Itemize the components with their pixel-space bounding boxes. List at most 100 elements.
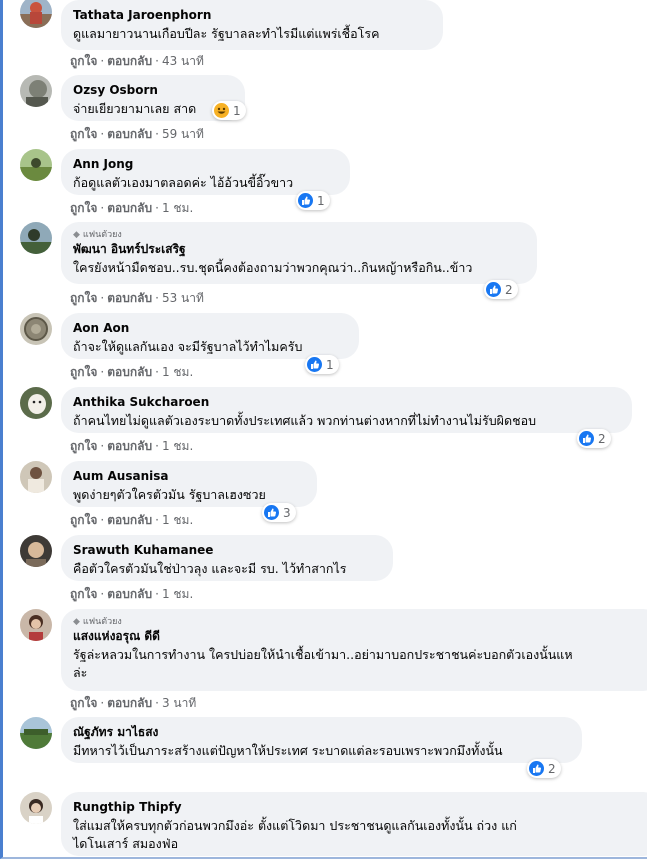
reaction-count: 2	[598, 431, 606, 446]
avatar[interactable]	[20, 75, 52, 107]
comment-author[interactable]: Ozsy Osborn	[73, 82, 233, 98]
separator-dot: ·	[155, 513, 159, 527]
like-icon	[486, 282, 501, 297]
separator-dot: ·	[155, 201, 159, 215]
avatar[interactable]	[20, 387, 52, 419]
comment-bubble: Aon Aon ถ้าจะให้ดูแลกันเอง จะมีรัฐบาลไว้…	[61, 313, 359, 359]
comment-author[interactable]: พัฒนา อินทร์ประเสริฐ	[73, 241, 525, 257]
diamond-icon: ◆	[73, 617, 80, 627]
like-button[interactable]: ถูกใจ	[70, 54, 97, 68]
comment-timestamp[interactable]: 1 ชม.	[162, 201, 193, 215]
comment-text: พูดง่ายๆตัวใครตัวมัน รัฐบาลเฮงซวย	[73, 487, 266, 502]
separator-dot: ·	[100, 365, 105, 379]
like-icon	[264, 505, 279, 520]
comment-actions: ถูกใจ · ตอบกลับ · 3 นาที	[70, 695, 196, 711]
comment-text: รัฐล่ะหลวมในการทำงาน ใครปบ่อยให้นำเชื้อเ…	[73, 646, 647, 682]
like-icon	[579, 431, 594, 446]
comment-text-line: รัฐล่ะหลวมในการทำงาน ใครปบ่อยให้นำเชื้อเ…	[73, 647, 573, 662]
reply-button[interactable]: ตอบกลับ	[107, 201, 152, 215]
reaction-badge[interactable]: 1	[212, 101, 246, 120]
comment-text: จ่ายเยียวยามาเลย สาด	[73, 101, 197, 116]
separator-dot: ·	[100, 291, 105, 305]
like-button[interactable]: ถูกใจ	[70, 127, 97, 141]
reply-button[interactable]: ตอบกลับ	[107, 696, 152, 710]
comment-timestamp[interactable]: 1 ชม.	[162, 439, 193, 453]
avatar[interactable]	[20, 222, 52, 254]
avatar[interactable]	[20, 149, 52, 181]
avatar[interactable]	[20, 717, 52, 749]
top-fan-label: แฟนตัวยง	[82, 230, 122, 240]
reaction-badge[interactable]: 2	[527, 759, 561, 778]
like-button[interactable]: ถูกใจ	[70, 587, 97, 601]
reply-button[interactable]: ตอบกลับ	[107, 587, 152, 601]
comment-timestamp[interactable]: 1 ชม.	[162, 513, 193, 527]
reaction-count: 1	[317, 193, 325, 208]
separator-dot: ·	[100, 587, 105, 601]
separator-dot: ·	[155, 54, 159, 68]
like-button[interactable]: ถูกใจ	[70, 513, 97, 527]
comment-timestamp[interactable]: 43 นาที	[162, 54, 204, 68]
comment-actions: ถูกใจ · ตอบกลับ · 43 นาที	[70, 53, 204, 69]
avatar[interactable]	[20, 461, 52, 493]
comment-timestamp[interactable]: 1 ชม.	[162, 587, 193, 601]
comment-timestamp[interactable]: 1 ชม.	[162, 365, 193, 379]
comment-author[interactable]: ณัฐภัทร มาไธสง	[73, 724, 570, 740]
comment-text: คือตัวใครตัวมันใช่ป่าวลุง และจะมี รบ. ไว…	[73, 561, 347, 576]
comment-text: ถ้าจะให้ดูแลกันเอง จะมีรัฐบาลไว้ทำไมครับ	[73, 339, 303, 354]
haha-icon	[214, 103, 229, 118]
avatar[interactable]	[20, 313, 52, 345]
comment-author[interactable]: Anthika Sukcharoen	[73, 394, 620, 410]
comment-author[interactable]: แสงแห่งอรุณ ดีดี	[73, 628, 647, 644]
reply-button[interactable]: ตอบกลับ	[107, 365, 152, 379]
reaction-count: 1	[326, 357, 334, 372]
like-icon	[298, 193, 313, 208]
reply-button[interactable]: ตอบกลับ	[107, 439, 152, 453]
reply-button[interactable]: ตอบกลับ	[107, 513, 152, 527]
like-button[interactable]: ถูกใจ	[70, 696, 97, 710]
comment-text-line: ล่ะ	[73, 665, 88, 680]
like-icon	[529, 761, 544, 776]
like-icon	[307, 357, 322, 372]
comment-timestamp[interactable]: 59 นาที	[162, 127, 204, 141]
comment-text-line: ไดโนเสาร์ สมองฟ่อ	[73, 836, 179, 851]
like-button[interactable]: ถูกใจ	[70, 439, 97, 453]
top-fan-badge: ◆ แฟนตัวยง	[73, 616, 647, 628]
like-button[interactable]: ถูกใจ	[70, 365, 97, 379]
like-button[interactable]: ถูกใจ	[70, 291, 97, 305]
reply-button[interactable]: ตอบกลับ	[107, 127, 152, 141]
comment-bubble: Aum Ausanisa พูดง่ายๆตัวใครตัวมัน รัฐบาล…	[61, 461, 317, 507]
separator-dot: ·	[100, 127, 105, 141]
comment-text-line: ใส่แมสให้ครบทุกตัวก่อนพวกมึงอ่ะ ตั้งแต่โ…	[73, 818, 517, 833]
reaction-badge[interactable]: 2	[484, 280, 518, 299]
separator-dot: ·	[155, 127, 159, 141]
comment-actions: ถูกใจ · ตอบกลับ · 1 ชม.	[70, 438, 193, 454]
comment-author[interactable]: Aum Ausanisa	[73, 468, 305, 484]
comment-bubble: Ann Jong ก้อดูแลตัวเองมาตลอดค่ะ ไอ้อ้วนข…	[61, 149, 350, 195]
separator-dot: ·	[100, 439, 105, 453]
comment-author[interactable]: Srawuth Kuhamanee	[73, 542, 381, 558]
comment-text: ดูแลมายาวนานเกือบปีละ รัฐบาลละทำไรมีแต่แ…	[73, 26, 380, 41]
comment-author[interactable]: Aon Aon	[73, 320, 347, 336]
comment-author[interactable]: Ann Jong	[73, 156, 338, 172]
comment-actions: ถูกใจ · ตอบกลับ · 1 ชม.	[70, 586, 193, 602]
separator-dot: ·	[155, 365, 159, 379]
comment-author[interactable]: Tathata Jaroenphorn	[73, 7, 431, 23]
avatar[interactable]	[20, 792, 52, 824]
reaction-badge[interactable]: 1	[296, 191, 330, 210]
reaction-badge[interactable]: 2	[577, 429, 611, 448]
comment-text: ก้อดูแลตัวเองมาตลอดค่ะ ไอ้อ้วนขี้อิ๊วขาว	[73, 175, 294, 190]
avatar[interactable]	[20, 609, 52, 641]
reaction-badge[interactable]: 1	[305, 355, 339, 374]
like-button[interactable]: ถูกใจ	[70, 201, 97, 215]
comment-timestamp[interactable]: 53 นาที	[162, 291, 204, 305]
comment-bubble: Rungthip Thipfy ใส่แมสให้ครบทุกตัวก่อนพว…	[61, 792, 647, 856]
comment-bubble: Anthika Sukcharoen ถ้าคนไทยไม่ดูแลตัวเอง…	[61, 387, 632, 433]
comment-actions: ถูกใจ · ตอบกลับ · 59 นาที	[70, 126, 204, 142]
avatar[interactable]	[20, 535, 52, 567]
comment-text: มีทหารไว้เป็นภาระสร้างแต่ปัญหาให้ประเทศ …	[73, 743, 503, 758]
reply-button[interactable]: ตอบกลับ	[107, 291, 152, 305]
reply-button[interactable]: ตอบกลับ	[107, 54, 152, 68]
comment-author[interactable]: Rungthip Thipfy	[73, 799, 647, 815]
comment-timestamp[interactable]: 3 นาที	[162, 696, 196, 710]
reaction-badge[interactable]: 3	[262, 503, 296, 522]
